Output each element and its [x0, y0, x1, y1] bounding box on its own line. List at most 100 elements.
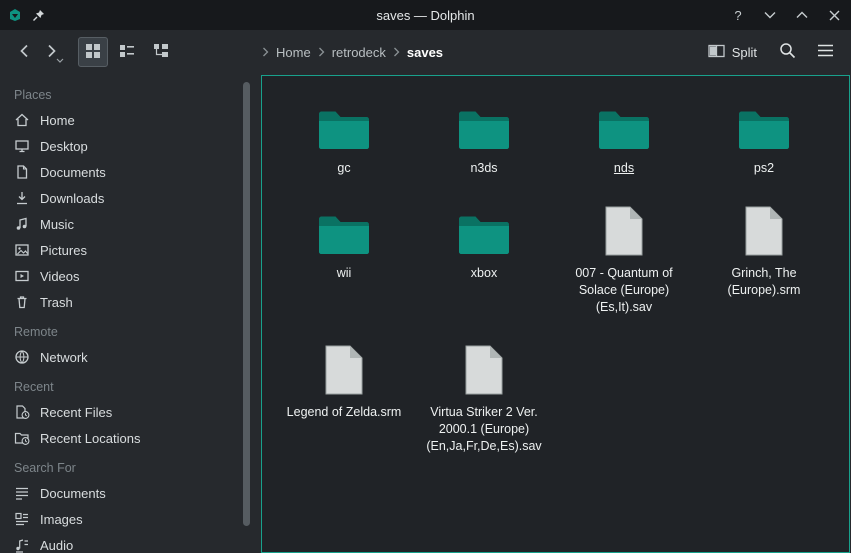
- grid-item-folder[interactable]: ps2: [694, 84, 834, 189]
- back-button[interactable]: [12, 37, 38, 67]
- recent-files-icon: [14, 404, 30, 420]
- view-mode-group: [78, 37, 176, 67]
- tree-view-button[interactable]: [146, 37, 176, 67]
- help-button[interactable]: ?: [729, 6, 747, 24]
- trash-icon: [14, 294, 30, 310]
- sidebar-item-network[interactable]: Network: [0, 344, 252, 370]
- sidebar-item-recent-locations[interactable]: Recent Locations: [0, 425, 252, 451]
- grid-item-folder[interactable]: n3ds: [414, 84, 554, 189]
- sidebar-item-desktop[interactable]: Desktop: [0, 133, 252, 159]
- item-label: Virtua Striker 2 Ver. 2000.1 (Europe) (E…: [421, 404, 547, 455]
- grid-item-folder[interactable]: nds: [554, 84, 694, 189]
- folder-icon: [316, 98, 372, 152]
- titlebar[interactable]: saves — Dolphin ?: [0, 0, 851, 30]
- sidebar-scrollbar[interactable]: [243, 82, 250, 526]
- image-icon: [14, 242, 30, 258]
- sidebar-item-videos[interactable]: Videos: [0, 263, 252, 289]
- folder-icon: [596, 98, 652, 152]
- hamburger-icon: [817, 44, 834, 60]
- folder-view[interactable]: gc n3ds nds ps2: [261, 75, 850, 553]
- breadcrumb-retrodeck[interactable]: retrodeck: [332, 45, 386, 60]
- sidebar-item-label: Trash: [40, 295, 73, 310]
- item-label: Grinch, The (Europe).srm: [701, 265, 827, 299]
- menu-button[interactable]: [811, 38, 839, 66]
- sidebar-item-label: Documents: [40, 165, 106, 180]
- sidebar-item-label: Videos: [40, 269, 80, 284]
- icons-view-button[interactable]: [78, 37, 108, 67]
- details-view-button[interactable]: [112, 37, 142, 67]
- item-label: Legend of Zelda.srm: [287, 404, 402, 421]
- breadcrumb-saves[interactable]: saves: [407, 45, 443, 60]
- places-section-header: Places: [0, 78, 252, 107]
- minimize-button[interactable]: [761, 6, 779, 24]
- sidebar-item-label: Images: [40, 512, 83, 527]
- file-icon: [463, 342, 505, 396]
- breadcrumb-home[interactable]: Home: [276, 45, 311, 60]
- icons-view-icon: [85, 43, 101, 62]
- grid-item-file[interactable]: Legend of Zelda.srm: [274, 328, 414, 433]
- sidebar-item-documents[interactable]: Documents: [0, 159, 252, 185]
- sidebar-item-pictures[interactable]: Pictures: [0, 237, 252, 263]
- forward-button[interactable]: [38, 37, 64, 67]
- split-button[interactable]: Split: [702, 40, 763, 65]
- search-button[interactable]: [773, 38, 801, 66]
- sidebar-item-label: Desktop: [40, 139, 88, 154]
- forward-history-chevron-icon[interactable]: [56, 51, 64, 66]
- item-label: ps2: [754, 160, 774, 177]
- sidebar-item-music[interactable]: Music: [0, 211, 252, 237]
- breadcrumb-chevron-icon: [393, 45, 400, 60]
- split-view-icon: [708, 44, 725, 61]
- document-icon: [14, 164, 30, 180]
- search-for-section-header: Search For: [0, 451, 252, 480]
- pin-icon[interactable]: [32, 9, 45, 22]
- desktop-icon: [14, 138, 30, 154]
- sidebar-item-trash[interactable]: Trash: [0, 289, 252, 315]
- search-icon: [779, 42, 796, 62]
- file-icon: [603, 203, 645, 257]
- toolbar: Home retrodeck saves Split: [0, 30, 851, 74]
- search-images-icon: [14, 511, 30, 527]
- item-label: wii: [337, 265, 352, 282]
- sidebar-item-search-documents[interactable]: Documents: [0, 480, 252, 506]
- sidebar-item-label: Recent Locations: [40, 431, 140, 446]
- sidebar-item-recent-files[interactable]: Recent Files: [0, 399, 252, 425]
- breadcrumb-chevron-icon: [318, 45, 325, 60]
- grid-item-file[interactable]: Virtua Striker 2 Ver. 2000.1 (Europe) (E…: [414, 328, 554, 467]
- folder-icon: [456, 98, 512, 152]
- folder-icon: [456, 203, 512, 257]
- window-title: saves — Dolphin: [0, 8, 851, 23]
- maximize-button[interactable]: [793, 6, 811, 24]
- grid-item-file[interactable]: 007 - Quantum of Solace (Europe) (Es,It)…: [554, 189, 694, 328]
- close-button[interactable]: [825, 6, 843, 24]
- search-documents-icon: [14, 485, 30, 501]
- breadcrumb-chevron-icon: [262, 45, 269, 60]
- remote-section-header: Remote: [0, 315, 252, 344]
- breadcrumb: Home retrodeck saves: [262, 45, 443, 60]
- grid-item-folder[interactable]: wii: [274, 189, 414, 294]
- item-label: xbox: [471, 265, 497, 282]
- places-panel: Places Home Desktop Documents Downloads …: [0, 74, 252, 553]
- music-icon: [14, 216, 30, 232]
- item-label: gc: [337, 160, 350, 177]
- grid-item-file[interactable]: Grinch, The (Europe).srm: [694, 189, 834, 311]
- grid-item-folder[interactable]: xbox: [414, 189, 554, 294]
- sidebar-item-label: Audio: [40, 538, 73, 553]
- sidebar-item-home[interactable]: Home: [0, 107, 252, 133]
- grid-item-folder[interactable]: gc: [274, 84, 414, 189]
- file-icon: [743, 203, 785, 257]
- split-button-label: Split: [732, 45, 757, 60]
- sidebar-item-downloads[interactable]: Downloads: [0, 185, 252, 211]
- sidebar-item-label: Pictures: [40, 243, 87, 258]
- video-icon: [14, 268, 30, 284]
- home-icon: [14, 112, 30, 128]
- sidebar-item-label: Home: [40, 113, 75, 128]
- recent-section-header: Recent: [0, 370, 252, 399]
- sidebar-item-search-images[interactable]: Images: [0, 506, 252, 532]
- recent-locations-icon: [14, 430, 30, 446]
- sidebar-item-label: Network: [40, 350, 88, 365]
- tree-view-icon: [153, 43, 169, 62]
- sidebar-item-search-audio[interactable]: Audio: [0, 532, 252, 553]
- download-icon: [14, 190, 30, 206]
- search-audio-icon: [14, 537, 30, 553]
- folder-icon: [316, 203, 372, 257]
